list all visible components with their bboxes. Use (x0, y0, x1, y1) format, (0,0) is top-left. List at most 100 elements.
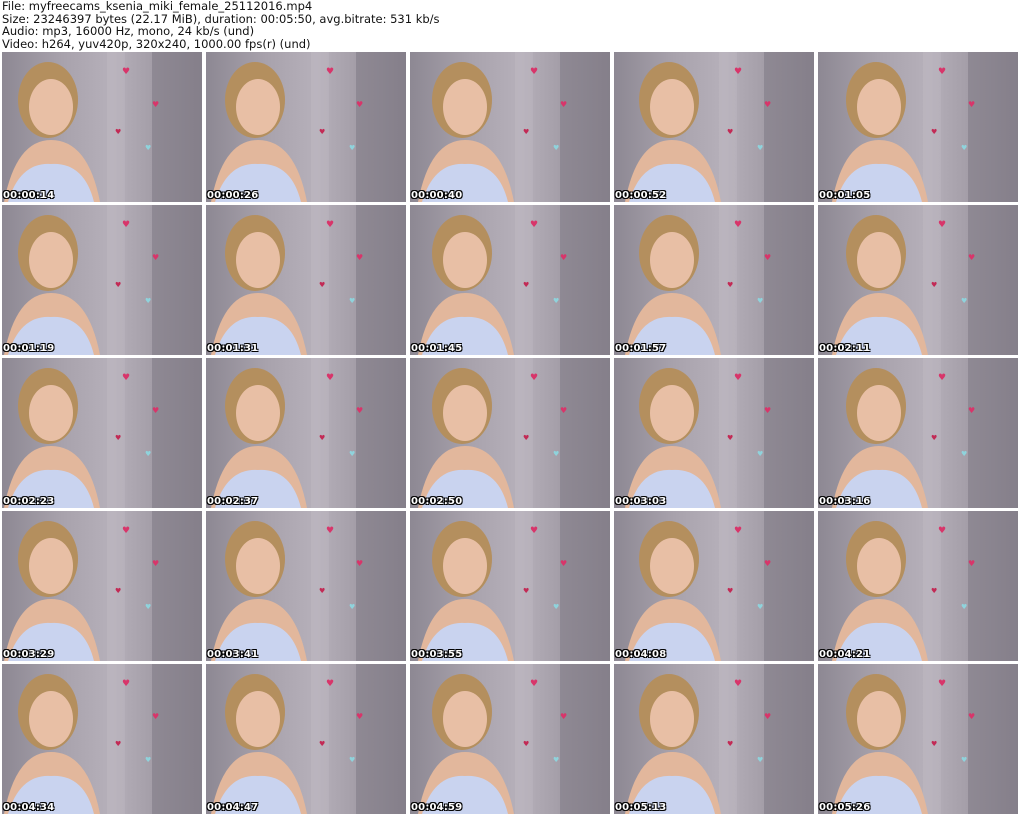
svg-text:♥: ♥ (115, 281, 121, 289)
svg-text:♥: ♥ (349, 603, 355, 611)
svg-text:♥: ♥ (530, 220, 538, 230)
svg-text:♥: ♥ (727, 434, 733, 442)
svg-text:♥: ♥ (968, 406, 975, 415)
svg-text:♥: ♥ (734, 67, 742, 77)
video-thumbnail: ♥ ♥ ♥ ♥ 00:00:40 (410, 52, 610, 202)
svg-text:♥: ♥ (319, 128, 325, 136)
thumbnail-timestamp: 00:00:52 (615, 190, 667, 201)
svg-text:♥: ♥ (764, 559, 771, 568)
svg-text:♥: ♥ (560, 559, 567, 568)
thumbnail-timestamp: 00:05:13 (615, 802, 667, 813)
svg-text:♥: ♥ (349, 756, 355, 764)
svg-text:♥: ♥ (530, 526, 538, 536)
video-thumbnail: ♥ ♥ ♥ ♥ 00:00:14 (2, 52, 202, 202)
frame-image: ♥ ♥ ♥ ♥ (625, 664, 814, 814)
svg-text:♥: ♥ (560, 253, 567, 262)
thumbnail-timestamp: 00:04:34 (3, 802, 55, 813)
thumbnail-timestamp: 00:00:26 (207, 190, 259, 201)
video-thumbnail: ♥ ♥ ♥ ♥ 00:03:55 (410, 511, 610, 661)
svg-text:♥: ♥ (961, 603, 967, 611)
thumbnail-timestamp: 00:01:57 (615, 343, 667, 354)
frame-image: ♥ ♥ ♥ ♥ (4, 511, 202, 661)
frame-image: ♥ ♥ ♥ ♥ (211, 511, 406, 661)
video-thumbnail: ♥ ♥ ♥ ♥ 00:00:26 (206, 52, 406, 202)
svg-text:♥: ♥ (145, 756, 151, 764)
frame-image: ♥ ♥ ♥ ♥ (832, 205, 1018, 355)
file-name-line: File: myfreecams_ksenia_miki_female_2511… (2, 0, 313, 13)
svg-text:♥: ♥ (319, 740, 325, 748)
frame-image: ♥ ♥ ♥ ♥ (418, 358, 610, 508)
video-thumbnail: ♥ ♥ ♥ ♥ 00:01:31 (206, 205, 406, 355)
svg-text:♥: ♥ (931, 740, 937, 748)
thumbnail-timestamp: 00:03:03 (615, 496, 667, 507)
thumbnail-timestamp: 00:03:16 (819, 496, 871, 507)
svg-text:♥: ♥ (326, 373, 334, 383)
svg-text:♥: ♥ (757, 450, 763, 458)
svg-text:♥: ♥ (152, 253, 159, 262)
svg-text:♥: ♥ (145, 297, 151, 305)
svg-text:♥: ♥ (530, 67, 538, 77)
svg-text:♥: ♥ (764, 406, 771, 415)
svg-text:♥: ♥ (115, 587, 121, 595)
svg-text:♥: ♥ (968, 559, 975, 568)
thumbnail-timestamp: 00:00:40 (411, 190, 463, 201)
svg-text:♥: ♥ (115, 434, 121, 442)
svg-text:♥: ♥ (560, 406, 567, 415)
svg-text:♥: ♥ (757, 603, 763, 611)
thumbnail-timestamp: 00:01:05 (819, 190, 871, 201)
svg-text:♥: ♥ (938, 220, 946, 230)
svg-text:♥: ♥ (326, 526, 334, 536)
frame-image: ♥ ♥ ♥ ♥ (4, 52, 202, 202)
svg-text:♥: ♥ (152, 100, 159, 109)
svg-text:♥: ♥ (764, 253, 771, 262)
svg-text:♥: ♥ (523, 740, 529, 748)
svg-text:♥: ♥ (319, 587, 325, 595)
video-thumbnail: ♥ ♥ ♥ ♥ 00:05:13 (614, 664, 814, 814)
video-thumbnail: ♥ ♥ ♥ ♥ 00:02:50 (410, 358, 610, 508)
thumbnail-timestamp: 00:02:11 (819, 343, 871, 354)
svg-text:♥: ♥ (938, 526, 946, 536)
svg-text:♥: ♥ (764, 712, 771, 721)
svg-text:♥: ♥ (938, 67, 946, 77)
frame-image: ♥ ♥ ♥ ♥ (832, 511, 1018, 661)
svg-text:♥: ♥ (757, 756, 763, 764)
svg-text:♥: ♥ (122, 373, 130, 383)
video-thumbnail: ♥ ♥ ♥ ♥ 00:04:34 (2, 664, 202, 814)
frame-image: ♥ ♥ ♥ ♥ (418, 511, 610, 661)
video-thumbnail: ♥ ♥ ♥ ♥ 00:00:52 (614, 52, 814, 202)
svg-text:♥: ♥ (734, 220, 742, 230)
svg-text:♥: ♥ (152, 559, 159, 568)
frame-image: ♥ ♥ ♥ ♥ (625, 205, 814, 355)
video-thumbnail: ♥ ♥ ♥ ♥ 00:04:08 (614, 511, 814, 661)
svg-text:♥: ♥ (523, 434, 529, 442)
thumbnail-timestamp: 00:03:29 (3, 649, 55, 660)
frame-image: ♥ ♥ ♥ ♥ (418, 52, 610, 202)
svg-text:♥: ♥ (115, 128, 121, 136)
svg-text:♥: ♥ (356, 406, 363, 415)
svg-text:♥: ♥ (326, 67, 334, 77)
frame-image: ♥ ♥ ♥ ♥ (625, 52, 814, 202)
frame-image: ♥ ♥ ♥ ♥ (4, 205, 202, 355)
svg-text:♥: ♥ (931, 281, 937, 289)
svg-text:♥: ♥ (319, 281, 325, 289)
svg-text:♥: ♥ (122, 526, 130, 536)
video-thumbnail: ♥ ♥ ♥ ♥ 00:03:16 (818, 358, 1018, 508)
audio-info-line: Audio: mp3, 16000 Hz, mono, 24 kb/s (und… (2, 24, 255, 38)
video-thumbnail: ♥ ♥ ♥ ♥ 00:04:59 (410, 664, 610, 814)
thumbnail-timestamp: 00:04:59 (411, 802, 463, 813)
svg-text:♥: ♥ (152, 712, 159, 721)
svg-text:♥: ♥ (356, 712, 363, 721)
svg-text:♥: ♥ (349, 450, 355, 458)
svg-text:♥: ♥ (356, 100, 363, 109)
video-thumbnail: ♥ ♥ ♥ ♥ 00:02:23 (2, 358, 202, 508)
svg-text:♥: ♥ (122, 679, 130, 689)
frame-image: ♥ ♥ ♥ ♥ (211, 664, 406, 814)
svg-text:♥: ♥ (968, 253, 975, 262)
svg-text:♥: ♥ (968, 712, 975, 721)
svg-text:♥: ♥ (349, 144, 355, 152)
svg-text:♥: ♥ (560, 100, 567, 109)
video-thumbnail: ♥ ♥ ♥ ♥ 00:02:11 (818, 205, 1018, 355)
thumbnail-timestamp: 00:05:26 (819, 802, 871, 813)
svg-text:♥: ♥ (931, 434, 937, 442)
svg-text:♥: ♥ (931, 587, 937, 595)
